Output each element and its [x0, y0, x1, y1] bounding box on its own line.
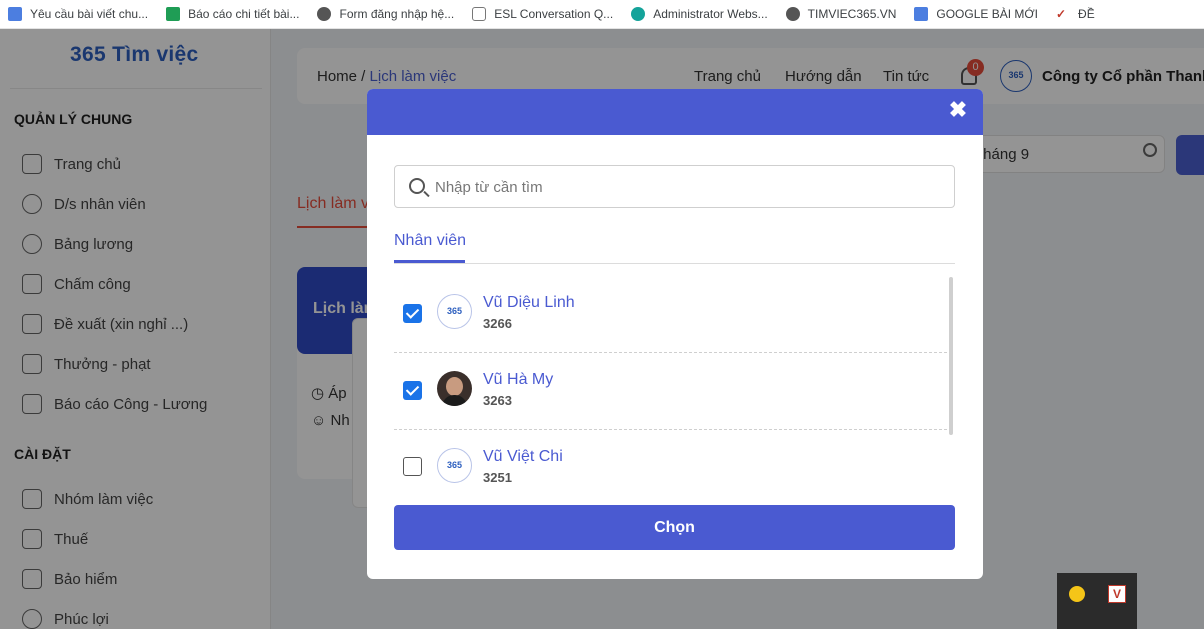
employee-id: 3263	[483, 393, 512, 408]
check-icon: ✓	[1056, 7, 1067, 21]
select-employee-modal: ✖ Nhân viên 365 Vũ Diệu Linh 3266 Vũ Hà …	[367, 89, 983, 579]
doc-icon	[914, 7, 929, 21]
list-item[interactable]: 365 Vũ Việt Chi 3251	[394, 429, 947, 485]
app-v-icon[interactable]: V	[1108, 585, 1126, 603]
bookmark-item[interactable]: ESL Conversation Q...	[472, 7, 613, 21]
search-box	[394, 165, 955, 208]
avatar: 365	[437, 448, 472, 483]
employee-name: Vũ Việt Chi	[483, 448, 563, 465]
bookmark-item[interactable]: TIMVIEC365.VN	[785, 7, 896, 21]
bookmark-item[interactable]: Administrator Webs...	[631, 7, 768, 21]
bookmark-item[interactable]: Yêu cầu bài viết chu...	[8, 7, 148, 21]
employee-name: Vũ Diệu Linh	[483, 294, 575, 311]
chat-icon	[472, 7, 487, 21]
list-item[interactable]: Vũ Hà My 3263	[394, 352, 947, 429]
bookmarks-bar: Yêu cầu bài viết chu... Báo cáo chi tiết…	[0, 0, 1204, 29]
divider	[394, 263, 955, 264]
sheet-icon	[166, 7, 181, 21]
avatar: 365	[437, 294, 472, 329]
search-input[interactable]	[435, 174, 935, 200]
list-item[interactable]: 365 Vũ Diệu Linh 3266	[394, 275, 947, 352]
doc-icon	[8, 7, 22, 21]
modal-header: ✖	[367, 89, 983, 135]
employee-name: Vũ Hà My	[483, 371, 554, 388]
bookmark-item[interactable]: ✓ ĐỀ	[1056, 7, 1095, 21]
scrollbar[interactable]	[949, 277, 953, 435]
avatar-photo	[437, 371, 472, 406]
globe-icon	[785, 7, 800, 21]
choose-button[interactable]: Chọn	[394, 505, 955, 550]
employee-id: 3266	[483, 316, 512, 331]
site-icon	[631, 7, 646, 21]
employee-checkbox-unchecked[interactable]	[403, 457, 422, 476]
search-icon	[409, 178, 425, 194]
bookmark-item[interactable]: GOOGLE BÀI MỚI	[914, 7, 1038, 21]
employee-list: 365 Vũ Diệu Linh 3266 Vũ Hà My 3263 365 …	[394, 275, 955, 485]
bookmark-item[interactable]: Báo cáo chi tiết bài...	[166, 7, 299, 21]
employee-id: 3251	[483, 470, 512, 485]
notification-app-icon[interactable]	[1069, 586, 1085, 602]
bookmark-item[interactable]: Form đăng nhập hệ...	[317, 7, 454, 21]
tab-employees[interactable]: Nhân viên	[394, 232, 466, 250]
globe-icon	[317, 7, 332, 21]
employee-checkbox-checked[interactable]	[403, 381, 422, 400]
employee-checkbox-checked[interactable]	[403, 304, 422, 323]
close-button[interactable]: ✖	[947, 99, 969, 121]
